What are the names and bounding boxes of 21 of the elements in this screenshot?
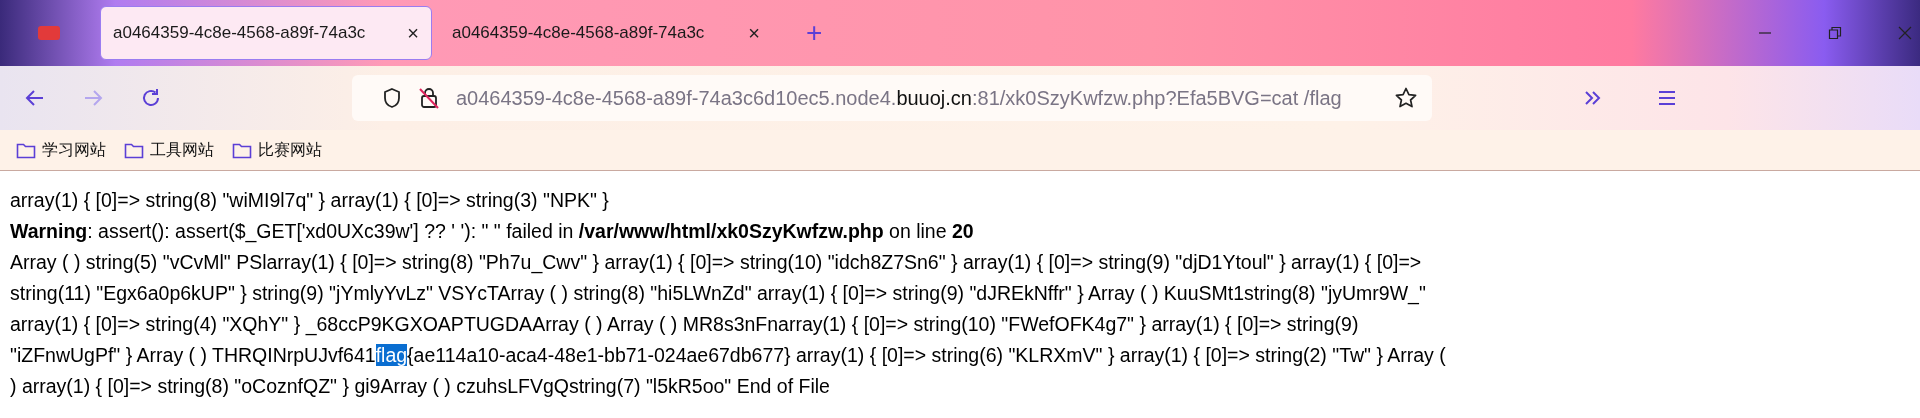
star-icon[interactable] bbox=[1394, 86, 1418, 110]
folder-icon bbox=[232, 141, 252, 159]
output-line: string(11) "Egx6a0p6kUP" } string(9) "jYmlyYvLz" VSYcTArray ( ) string(8) "hi5LWnZd" array(1) { [0]=> string(9) "dJREkNffr" } Array ( ) KuuSMt1string(8) "jyUmr9W_" bbox=[10, 281, 1427, 307]
browser-tab[interactable]: a0464359-4c8e-4568-a89f-74a3c × bbox=[440, 6, 772, 60]
restore-icon[interactable] bbox=[1828, 26, 1842, 40]
site-icon bbox=[38, 26, 60, 40]
reload-icon[interactable] bbox=[140, 87, 162, 109]
bookmark-link[interactable]: 比赛网站 bbox=[258, 139, 322, 161]
bookmark-link[interactable]: 工具网站 bbox=[150, 139, 214, 161]
folder-icon bbox=[16, 141, 36, 159]
browser-tab[interactable]: a0464359-4c8e-4568-a89f-74a3c × bbox=[100, 6, 432, 60]
output-line: ) array(1) { [0]=> string(8) "oCoznfQZ" } gi9Array ( ) czuhsLFVgQstring(7) "l5kR5oo" End of File bbox=[10, 374, 831, 399]
output-line: Array ( ) string(5) "vCvMl" PSlarray(1) { [0]=> string(8) "Ph7u_Cwv" } array(1) { [0]=> string(10) "idch8Z7Sn6" } array(1) { [0]=> string(9) "djD1Ytoul" } array(1) { [0]=> bbox=[10, 250, 1423, 276]
output-line: Warning: assert(): assert($_GET['xd0UXc39w'] ?? ' '): " " failed in /var/www/html/xk0SzyKwfzw.php on line 20 bbox=[10, 219, 975, 245]
insecure-lock-icon[interactable] bbox=[418, 86, 440, 110]
bookmark-link[interactable]: 学习网站 bbox=[42, 139, 106, 161]
shield-icon[interactable] bbox=[382, 87, 402, 109]
output-line: array(1) { [0]=> string(4) "XQhY" } _68ccP9KGXOAPTUGDAArray ( ) Array ( ) MR8s3nFnarray(1) { [0]=> string(10) "FWefOFK4g7" } array(1) { [0]=> string(9) bbox=[10, 312, 1360, 338]
address-bar[interactable]: a0464359-4c8e-4568-a89f-74a3c6d10ec5.node4.buuoj.cn:81/xk0SzyKwfzw.php?Efa5BVG=cat /flag bbox=[352, 75, 1432, 121]
folder-icon bbox=[124, 141, 144, 159]
output-line: array(1) { [0]=> string(8) "wiMI9l7q" } array(1) { [0]=> string(3) "NPK" } bbox=[10, 188, 610, 213]
